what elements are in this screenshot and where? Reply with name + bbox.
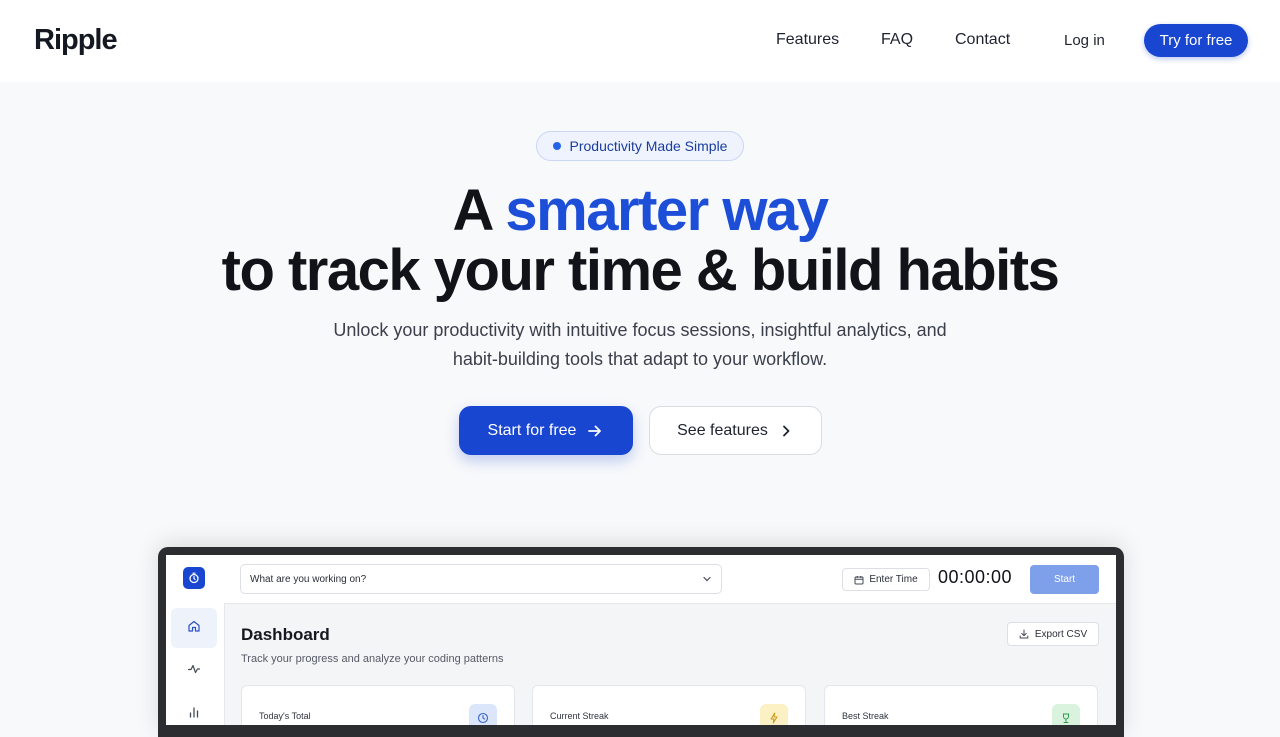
stat-card-today: Today's Total: [241, 685, 515, 725]
arrow-right-icon: [586, 422, 604, 440]
export-csv-button[interactable]: Export CSV: [1007, 622, 1099, 646]
enter-time-button[interactable]: Enter Time: [842, 568, 930, 591]
chevron-right-icon: [778, 423, 794, 439]
task-placeholder: What are you working on?: [250, 573, 367, 585]
app-logo-icon[interactable]: [183, 567, 205, 589]
hero-title-line1: A smarter way: [0, 180, 1280, 242]
download-icon: [1019, 629, 1029, 639]
home-icon: [187, 619, 201, 638]
app-topbar: What are you working on? Enter Time 00:0…: [224, 555, 1116, 604]
login-link[interactable]: Log in: [1064, 32, 1105, 49]
sidebar-item-analytics[interactable]: [171, 694, 217, 725]
app-sidebar: [166, 555, 225, 725]
try-for-free-button[interactable]: Try for free: [1144, 24, 1248, 57]
hero-title-line2: to track your time & build habits: [221, 238, 1060, 303]
chevron-down-icon: [702, 574, 712, 587]
clock-icon: [469, 704, 497, 725]
sidebar-item-home[interactable]: [171, 608, 217, 648]
hero-subtitle-line1: Unlock your productivity with intuitive …: [333, 320, 947, 340]
start-timer-button[interactable]: Start: [1030, 565, 1099, 594]
stat-card-current-streak: Current Streak: [532, 685, 806, 725]
task-select[interactable]: What are you working on?: [240, 564, 722, 594]
export-csv-label: Export CSV: [1034, 628, 1088, 640]
lightning-icon: [760, 704, 788, 725]
activity-icon: [187, 662, 201, 681]
bar-chart-icon: [187, 705, 201, 724]
title-prefix: A: [452, 178, 506, 243]
sidebar-item-activity[interactable]: [171, 651, 217, 691]
enter-time-label: Enter Time: [869, 574, 918, 585]
nav-features[interactable]: Features: [776, 31, 839, 49]
logo[interactable]: Ripple: [34, 24, 118, 57]
site-header: Ripple Features FAQ Contact Log in Try f…: [0, 0, 1280, 82]
hero-subtitle-line2: habit-building tools that adapt to your …: [452, 349, 828, 369]
dashboard-subtitle: Track your progress and analyze your cod…: [241, 653, 504, 665]
tagline-pill: Productivity Made Simple: [536, 131, 744, 161]
trophy-icon: [1052, 704, 1080, 725]
see-features-button[interactable]: See features: [649, 406, 822, 455]
dot-icon: [552, 142, 561, 150]
nav-contact[interactable]: Contact: [955, 31, 1010, 49]
dashboard-title: Dashboard: [241, 625, 330, 644]
start-for-free-label: Start for free: [487, 421, 577, 439]
see-features-label: See features: [677, 421, 768, 439]
title-accent: smarter way: [505, 178, 829, 243]
start-for-free-button[interactable]: Start for free: [459, 406, 633, 455]
app-screen: What are you working on? Enter Time 00:0…: [166, 555, 1116, 725]
calendar-icon: [854, 575, 864, 585]
timer-display: 00:00:00: [938, 567, 1013, 587]
tagline-text: Productivity Made Simple: [569, 138, 728, 154]
nav-faq[interactable]: FAQ: [881, 31, 913, 49]
stat-card-best-streak: Best Streak: [824, 685, 1098, 725]
